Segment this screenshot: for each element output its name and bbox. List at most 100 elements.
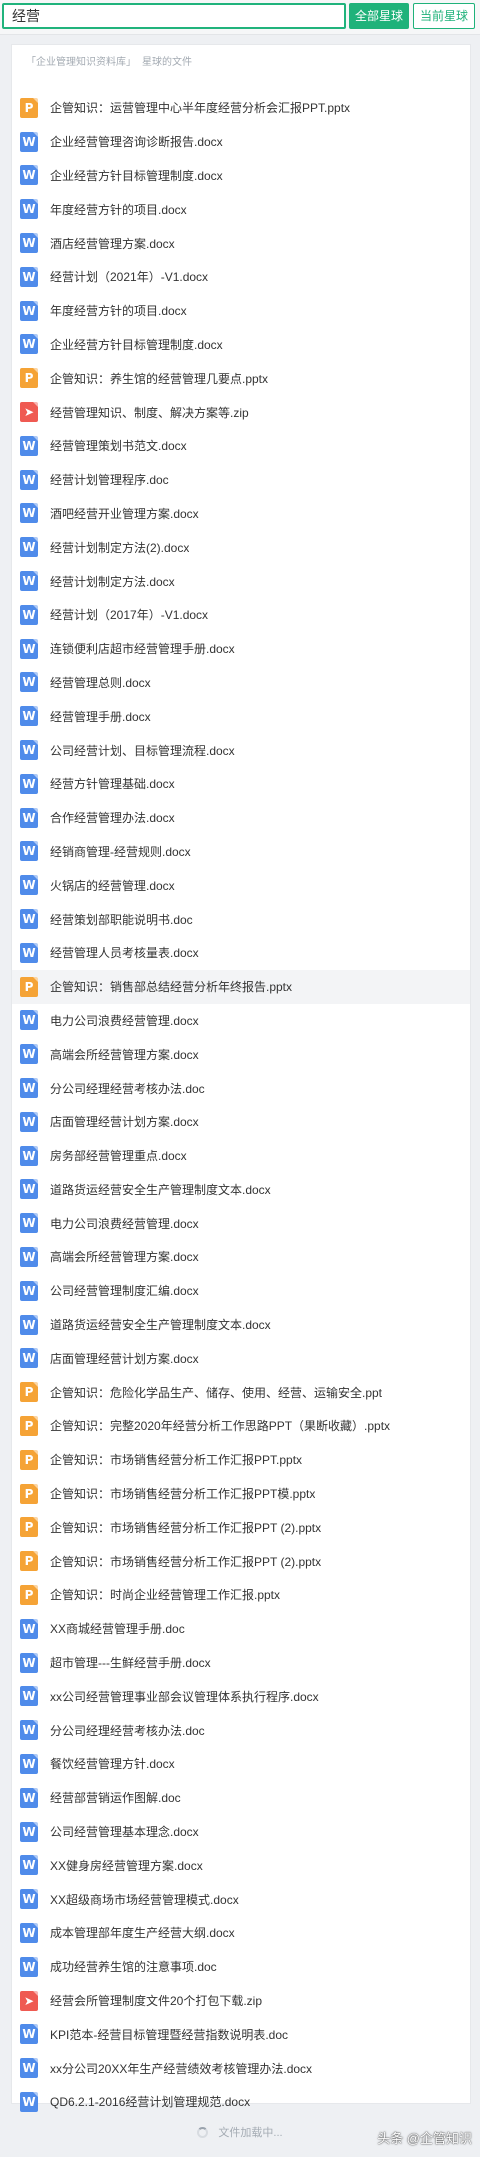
file-list-item[interactable]: W 火锅店的经营管理.docx xyxy=(12,868,470,902)
file-list-item[interactable]: W 分公司经理经营考核办法.doc xyxy=(12,1071,470,1105)
search-bar: 全部星球 当前星球 xyxy=(0,0,480,35)
file-list-item[interactable]: W 公司经营管理制度汇编.docx xyxy=(12,1274,470,1308)
file-name: 成功经营养生馆的注意事项.doc xyxy=(50,1960,217,1975)
file-list-item[interactable]: W 经营部营销运作图解.doc xyxy=(12,1781,470,1815)
file-name: 经营会所管理制度文件20个打包下载.zip xyxy=(50,1994,263,2009)
file-list-item[interactable]: W 经营管理人员考核量表.docx xyxy=(12,936,470,970)
file-list-item[interactable]: P 企管知识：运营管理中心半年度经营分析会汇报PPT.pptx xyxy=(12,91,470,125)
word-document-icon: W xyxy=(20,2091,38,2112)
file-list-item[interactable]: W 店面管理经营计划方案.docx xyxy=(12,1341,470,1375)
file-list-item[interactable]: W 经营计划（2021年）-V1.docx xyxy=(12,260,470,294)
file-list-item[interactable]: W 成本管理部年度生产经营大纲.docx xyxy=(12,1916,470,1950)
file-name: 成本管理部年度生产经营大纲.docx xyxy=(50,1926,235,1941)
file-name: 公司经营计划、目标管理流程.docx xyxy=(50,743,235,758)
word-document-icon: W xyxy=(20,638,38,659)
file-list-item[interactable]: W 经营计划（2017年）-V1.docx xyxy=(12,598,470,632)
file-list-item[interactable]: W 高端会所经营管理方案.docx xyxy=(12,1240,470,1274)
file-name: 连锁便利店超市经营管理手册.docx xyxy=(50,642,235,657)
file-name: 高端会所经营管理方案.docx xyxy=(50,1047,199,1062)
file-list-item[interactable]: W 店面管理经营计划方案.docx xyxy=(12,1105,470,1139)
file-name: 酒店经营管理方案.docx xyxy=(50,236,175,251)
file-list-item[interactable]: W 餐饮经营管理方针.docx xyxy=(12,1747,470,1781)
search-input[interactable] xyxy=(4,5,344,27)
file-list-item[interactable]: W KPI范本-经营目标管理暨经营指数说明表.doc xyxy=(12,2017,470,2051)
file-list-item[interactable]: W XX超级商场市场经营管理模式.docx xyxy=(12,1882,470,1916)
word-document-icon: W xyxy=(20,807,38,828)
file-list-item[interactable]: W 成功经营养生馆的注意事项.doc xyxy=(12,1950,470,1984)
word-document-icon: W xyxy=(20,1686,38,1707)
file-name: 经营方针管理基础.docx xyxy=(50,777,175,792)
file-list-item[interactable]: W 经营策划部职能说明书.doc xyxy=(12,902,470,936)
file-list-item[interactable]: W 经销商管理-经营规则.docx xyxy=(12,835,470,869)
file-name: 店面管理经营计划方案.docx xyxy=(50,1115,199,1130)
word-document-icon: W xyxy=(20,1145,38,1166)
file-list-item[interactable]: W 合作经营管理办法.docx xyxy=(12,801,470,835)
file-list-item[interactable]: W 经营计划制定方法.docx xyxy=(12,564,470,598)
file-list-item[interactable]: W XX健身房经营管理方案.docx xyxy=(12,1848,470,1882)
word-document-icon: W xyxy=(20,131,38,152)
file-list-item[interactable]: W 企业经营管理咨询诊断报告.docx xyxy=(12,125,470,159)
search-box[interactable] xyxy=(2,3,346,29)
file-list-item[interactable]: W 电力公司浪费经营管理.docx xyxy=(12,1206,470,1240)
file-list-item[interactable]: ➤ 经营会所管理制度文件20个打包下载.zip xyxy=(12,1984,470,2018)
file-name: 经营管理手册.docx xyxy=(50,709,151,724)
file-list-item[interactable]: W 房务部经营管理重点.docx xyxy=(12,1139,470,1173)
file-list-item[interactable]: W 企业经营方针目标管理制度.docx xyxy=(12,159,470,193)
file-list-item[interactable]: W 年度经营方针的项目.docx xyxy=(12,192,470,226)
file-list-item[interactable]: W 电力公司浪费经营管理.docx xyxy=(12,1004,470,1038)
file-list-item[interactable]: P 企管知识：时尚企业经营管理工作汇报.pptx xyxy=(12,1578,470,1612)
word-document-icon: W xyxy=(20,1111,38,1132)
breadcrumb-item-library[interactable]: 企业管理知识资料库 xyxy=(36,57,126,68)
breadcrumb-item-files[interactable]: 星球的文件 xyxy=(142,57,192,68)
file-list-item[interactable]: W 经营管理总则.docx xyxy=(12,666,470,700)
file-list-item[interactable]: W QD6.2.1-2016经营计划管理规范.docx xyxy=(12,2085,470,2119)
file-list-item[interactable]: P 企管知识：市场销售经营分析工作汇报PPT模.pptx xyxy=(12,1477,470,1511)
file-list-item[interactable]: W 酒店经营管理方案.docx xyxy=(12,226,470,260)
word-document-icon: W xyxy=(20,1855,38,1876)
word-document-icon: W xyxy=(20,604,38,625)
file-name: 电力公司浪费经营管理.docx xyxy=(50,1216,199,1231)
file-list-item[interactable]: ➤ 经营管理知识、制度、解决方案等.zip xyxy=(12,395,470,429)
powerpoint-icon: P xyxy=(20,97,38,118)
word-document-icon: W xyxy=(20,1889,38,1910)
file-name: 经营计划制定方法.docx xyxy=(50,574,175,589)
file-list-item[interactable]: W 公司经营管理基本理念.docx xyxy=(12,1815,470,1849)
file-list-item[interactable]: P 企管知识：完整2020年经营分析工作思路PPT（果断收藏）.pptx xyxy=(12,1409,470,1443)
file-name: 企管知识：销售部总结经营分析年终报告.pptx xyxy=(50,980,293,995)
file-list-item[interactable]: W 酒吧经营开业管理方案.docx xyxy=(12,497,470,531)
file-list-item[interactable]: P 企管知识：养生馆的经营管理几要点.pptx xyxy=(12,361,470,395)
file-list-item[interactable]: W 连锁便利店超市经营管理手册.docx xyxy=(12,632,470,666)
file-list-item[interactable]: P 企管知识：市场销售经营分析工作汇报PPT (2).pptx xyxy=(12,1510,470,1544)
file-list-item[interactable]: W 道路货运经营安全生产管理制度文本.docx xyxy=(12,1308,470,1342)
file-list-item[interactable]: W 经营方针管理基础.docx xyxy=(12,767,470,801)
word-document-icon: W xyxy=(20,334,38,355)
file-list-item[interactable]: P 企管知识：危险化学品生产、储存、使用、经营、运输安全.ppt xyxy=(12,1375,470,1409)
file-name: 年度经营方针的项目.docx xyxy=(50,304,187,319)
file-list-item[interactable]: P 企管知识：市场销售经营分析工作汇报PPT.pptx xyxy=(12,1443,470,1477)
file-list-item[interactable]: P 企管知识：销售部总结经营分析年终报告.pptx xyxy=(12,969,470,1004)
file-list-item[interactable]: W 经营计划制定方法(2).docx xyxy=(12,530,470,564)
file-list-item[interactable]: Wxx分公司20XX年生产经营绩效考核管理办法.docx xyxy=(12,2051,470,2085)
file-list-item[interactable]: W 公司经营计划、目标管理流程.docx xyxy=(12,733,470,767)
file-list-item[interactable]: W 年度经营方针的项目.docx xyxy=(12,294,470,328)
file-list-item[interactable]: W XX商城经营管理手册.doc xyxy=(12,1612,470,1646)
search-all-planets-button[interactable]: 全部星球 xyxy=(349,3,409,29)
file-list-item[interactable]: P 企管知识：市场销售经营分析工作汇报PPT (2).pptx xyxy=(12,1544,470,1578)
file-name: 企业经营方针目标管理制度.docx xyxy=(50,168,223,183)
file-list-item[interactable]: W 分公司经理经营考核办法.doc xyxy=(12,1713,470,1747)
file-list-item[interactable]: W 经营计划管理程序.doc xyxy=(12,463,470,497)
file-list-item[interactable]: W 企业经营方针目标管理制度.docx xyxy=(12,328,470,362)
file-list-item[interactable]: W 高端会所经营管理方案.docx xyxy=(12,1037,470,1071)
file-name: 合作经营管理办法.docx xyxy=(50,811,175,826)
file-list-item[interactable]: W 经营管理手册.docx xyxy=(12,699,470,733)
file-name: xx分公司20XX年生产经营绩效考核管理办法.docx xyxy=(50,2061,313,2076)
file-list-item[interactable]: Wxx公司经营管理事业部会议管理体系执行程序.docx xyxy=(12,1679,470,1713)
word-document-icon: W xyxy=(20,300,38,321)
file-list-item[interactable]: W 超市管理---生鲜经营手册.docx xyxy=(12,1646,470,1680)
file-list-item[interactable]: W 道路货运经营安全生产管理制度文本.docx xyxy=(12,1173,470,1207)
file-name: 年度经营方针的项目.docx xyxy=(50,202,187,217)
word-document-icon: W xyxy=(20,1314,38,1335)
search-current-planet-button[interactable]: 当前星球 xyxy=(413,3,475,29)
file-list-item[interactable]: W 经营管理策划书范文.docx xyxy=(12,429,470,463)
file-name: 企管知识：市场销售经营分析工作汇报PPT.pptx xyxy=(50,1453,303,1468)
